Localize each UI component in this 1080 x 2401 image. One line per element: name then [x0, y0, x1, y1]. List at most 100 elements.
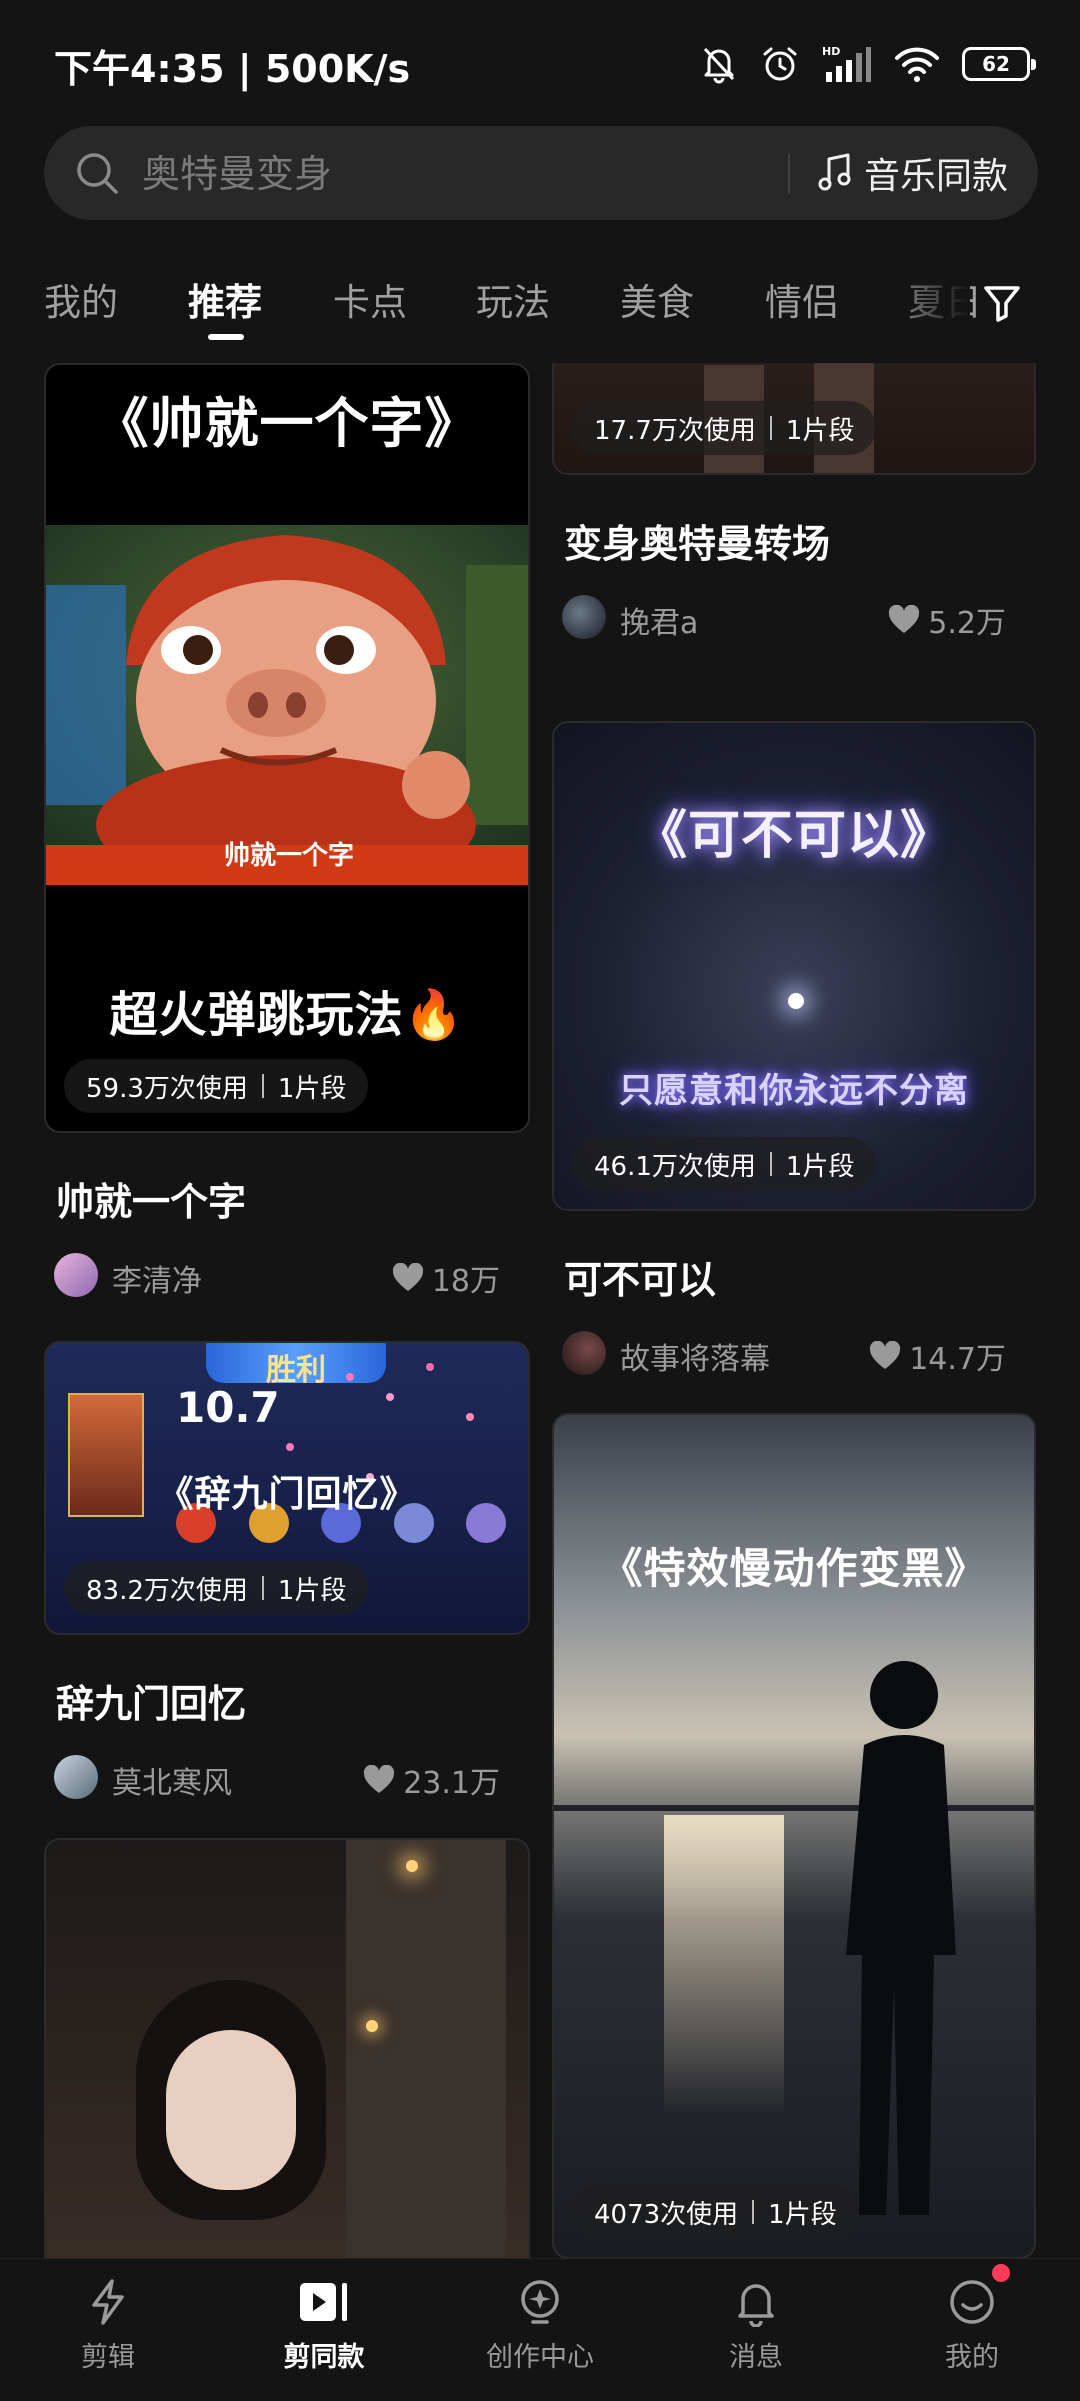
nav-messages[interactable]: 消息 [676, 2277, 836, 2374]
like-count[interactable]: 23.1万 [363, 1758, 500, 1802]
tab-gameplay[interactable]: 玩法 [476, 272, 550, 326]
street-lamp [366, 2020, 378, 2032]
mute-bell-icon [703, 47, 735, 84]
author-name[interactable]: 莫北寒风 [112, 1758, 232, 1802]
nav-label: 消息 [729, 2342, 783, 2373]
heart-icon [392, 1263, 423, 1291]
tab-recommended[interactable]: 推荐 [188, 272, 262, 326]
template-meta: 李清净 18万 [44, 1250, 530, 1300]
usage-badge: 4073次使用 1片段 [572, 2185, 859, 2239]
template-title[interactable]: 可不可以 [564, 1249, 1036, 1304]
hd-signal-icon: HD [822, 45, 871, 82]
template-thumbnail[interactable]: 胜利 10.7 《辞九门回忆》 83.2万次使用 1片段 [44, 1341, 530, 1635]
author-name[interactable]: 李清净 [112, 1256, 202, 1300]
heart-icon [870, 1341, 901, 1369]
nav-creator-center[interactable]: 创作中心 [460, 2277, 620, 2374]
status-time: 下午4:35 | 500K/s [54, 47, 411, 91]
template-card[interactable]: 《特效慢动作变黑》 4073次使用 1片段 [552, 1413, 1036, 2258]
template-thumbnail[interactable] [44, 1838, 530, 2258]
nav-label: 我的 [945, 2342, 999, 2373]
lightning-icon [92, 2279, 124, 2325]
wifi-icon [895, 47, 939, 82]
avatar[interactable] [54, 1755, 98, 1799]
svg-text:HD: HD [822, 45, 840, 58]
likes-value: 18万 [431, 1264, 500, 1299]
cartoon-pig-image [46, 525, 528, 885]
usage-count: 46.1万次使用 [594, 1151, 756, 1182]
template-card[interactable]: 17.7万次使用 1片段 变身奥特曼转场 挽君a 5.2万 [552, 363, 1036, 642]
template-thumbnail[interactable]: 《帅就一个字》 帅就一个字 超火弹跳玩法🔥 59.3万次使用 1片段 [44, 363, 530, 1133]
usage-badge: 59.3万次使用 1片段 [64, 1059, 369, 1113]
thumbnail-title: 《帅就一个字》 [94, 392, 480, 455]
game-score: 10.7 [176, 1383, 280, 1432]
tab-beat-sync[interactable]: 卡点 [333, 272, 407, 326]
segment-count: 1片段 [768, 2199, 837, 2230]
nav-templates[interactable]: 剪同款 [244, 2277, 404, 2374]
tab-mine[interactable]: 我的 [44, 272, 118, 326]
tab-couple[interactable]: 情侣 [765, 272, 839, 326]
person-silhouette [846, 1661, 956, 2215]
template-meta: 挽君a 5.2万 [552, 592, 1036, 642]
nav-edit[interactable]: 剪辑 [28, 2277, 188, 2374]
segment-count: 1片段 [785, 415, 855, 446]
usage-count: 17.7万次使用 [594, 415, 756, 446]
category-tabs: 我的 推荐 卡点 玩法 美食 情侣 夏日 [0, 258, 1080, 358]
search-divider [788, 154, 790, 194]
template-title[interactable]: 帅就一个字 [56, 1171, 530, 1226]
filter-icon[interactable] [976, 276, 1028, 328]
avatar[interactable] [54, 1253, 98, 1297]
template-card[interactable]: 《可不可以》 只愿意和你永远不分离 46.1万次使用 1片段 可不可以 故事将落幕… [552, 721, 1036, 1378]
template-thumbnail[interactable]: 《可不可以》 只愿意和你永远不分离 46.1万次使用 1片段 [552, 721, 1036, 1211]
author-name[interactable]: 故事将落幕 [620, 1334, 770, 1378]
portrait-face [166, 2030, 296, 2190]
segment-count: 1片段 [785, 1151, 855, 1182]
active-tab-indicator [208, 334, 244, 340]
music-same-label: 音乐同款 [864, 156, 1009, 197]
search-icon [77, 153, 118, 194]
music-same-button[interactable]: 音乐同款 [814, 144, 1008, 202]
thumbnail-title: 《辞九门回忆》 [157, 1474, 417, 1515]
music-note-icon [818, 153, 851, 191]
template-feed: 《帅就一个字》 帅就一个字 超火弹跳玩法🔥 59.3万次使用 1片段 帅就一个字… [0, 363, 1080, 2258]
nav-profile[interactable]: 我的 [892, 2277, 1052, 2374]
tab-fade [880, 258, 970, 358]
avatar[interactable] [562, 595, 606, 639]
sun-reflection [664, 1815, 784, 2115]
avatar[interactable] [562, 1331, 606, 1375]
segment-count: 1片段 [277, 1073, 347, 1104]
like-count[interactable]: 5.2万 [888, 598, 1006, 642]
likes-value: 23.1万 [403, 1766, 500, 1801]
nav-label: 剪辑 [81, 2342, 135, 2373]
template-title[interactable]: 辞九门回忆 [56, 1673, 530, 1728]
heart-icon [889, 605, 920, 633]
thumbnail-caption: 只愿意和你永远不分离 [619, 1071, 969, 1111]
usage-badge: 46.1万次使用 1片段 [572, 1137, 877, 1191]
template-thumbnail[interactable]: 17.7万次使用 1片段 [552, 363, 1036, 475]
template-card[interactable] [44, 1838, 530, 2258]
thumbnail-caption: 超火弹跳玩法🔥 [109, 987, 465, 1043]
like-count[interactable]: 14.7万 [869, 1334, 1006, 1378]
search-input[interactable] [140, 148, 704, 200]
heart-icon [364, 1765, 395, 1793]
template-card[interactable]: 胜利 10.7 《辞九门回忆》 83.2万次使用1片段 辞九门回忆 莫北寒风 [44, 1341, 530, 1802]
search-bar[interactable]: 音乐同款 [44, 126, 1038, 220]
tab-food[interactable]: 美食 [620, 272, 694, 326]
status-icons: HD 62 [700, 38, 1036, 90]
template-title[interactable]: 变身奥特曼转场 [564, 513, 1036, 568]
thumbnail-subtitle: 帅就一个字 [223, 841, 354, 871]
glow-star [788, 993, 804, 1009]
nav-label: 剪同款 [283, 2342, 365, 2373]
usage-badge: 83.2万次使用 1片段 [64, 1561, 369, 1615]
segment-count: 1片段 [277, 1575, 347, 1606]
likes-value: 14.7万 [909, 1342, 1006, 1377]
author-name[interactable]: 挽君a [620, 598, 698, 642]
like-count[interactable]: 18万 [392, 1256, 500, 1300]
usage-count: 4073次使用 [594, 2199, 739, 2230]
status-bar: 下午4:35 | 500K/s HD 62 [0, 0, 1080, 125]
nav-label: 创作中心 [486, 2342, 594, 2373]
template-card[interactable]: 《帅就一个字》 帅就一个字 超火弹跳玩法🔥 59.3万次使用 1片段 帅就一个字… [44, 363, 530, 1300]
bottom-navigation: 剪辑 剪同款 创作中心 消息 我的 [0, 2258, 1080, 2401]
template-thumbnail[interactable]: 《特效慢动作变黑》 4073次使用 1片段 [552, 1413, 1036, 2258]
battery-level: 62 [982, 52, 1010, 76]
smile-icon [950, 2280, 994, 2324]
